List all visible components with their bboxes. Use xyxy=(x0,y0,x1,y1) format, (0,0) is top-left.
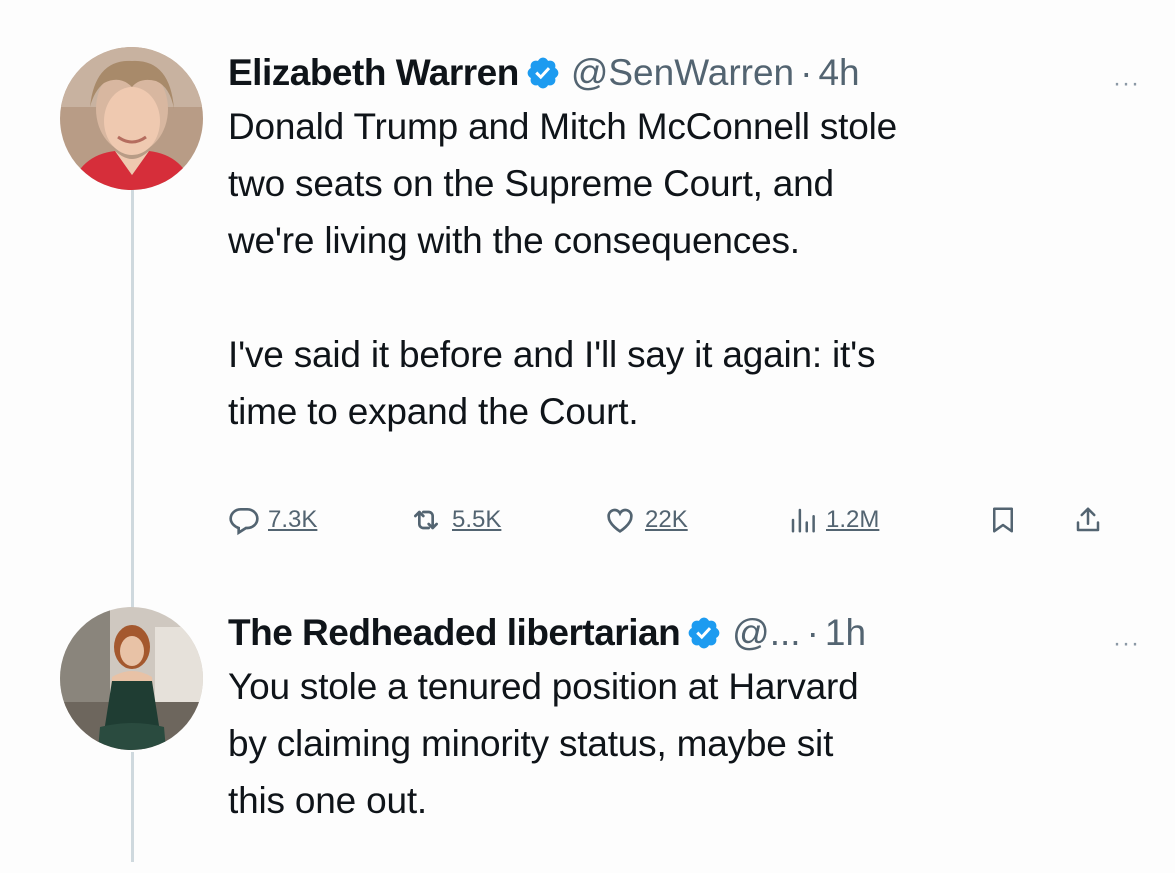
tweet-text-line: this one out. xyxy=(228,780,427,821)
author-name[interactable]: The Redheaded libertarian xyxy=(228,612,681,654)
tweet-header: The Redheaded libertarian @... · 1h xyxy=(228,608,1135,658)
tweet-2[interactable]: The Redheaded libertarian @... · 1h You … xyxy=(0,600,1175,873)
like-count: 22K xyxy=(645,506,688,533)
timestamp[interactable]: 4h xyxy=(818,52,859,94)
like-button[interactable]: 22K xyxy=(603,490,688,550)
bookmark-button[interactable] xyxy=(988,490,1018,550)
share-button[interactable] xyxy=(1073,490,1103,550)
bookmark-icon xyxy=(993,507,1013,533)
author-handle[interactable]: @SenWarren xyxy=(571,52,794,94)
reply-button[interactable]: 7.3K xyxy=(228,490,317,550)
avatar-elizabeth-warren[interactable] xyxy=(60,47,203,190)
tweet-text-line: by claiming minority status, maybe sit xyxy=(228,723,834,764)
views-button[interactable]: 1.2M xyxy=(788,490,879,550)
separator-dot: · xyxy=(800,52,813,93)
tweet-text-line: Donald Trump and Mitch McConnell stole xyxy=(228,106,897,147)
tweet-text: Donald Trump and Mitch McConnell stole t… xyxy=(228,98,1135,440)
tweet-thread: Elizabeth Warren @SenWarren · 4h Donald … xyxy=(0,0,1175,873)
repost-button[interactable]: 5.5K xyxy=(408,490,501,550)
verified-badge-icon xyxy=(688,617,720,649)
heart-icon xyxy=(607,508,633,533)
share-icon xyxy=(1076,507,1100,532)
tweet-text-line: we're living with the consequences. xyxy=(228,220,800,261)
tweet-header: Elizabeth Warren @SenWarren · 4h xyxy=(228,48,1135,98)
tweet-text: You stole a tenured position at Harvard … xyxy=(228,658,1135,829)
profile-photo-icon xyxy=(60,47,203,190)
avatar-redheaded-libertarian[interactable] xyxy=(60,607,203,750)
tweet-1[interactable]: Elizabeth Warren @SenWarren · 4h Donald … xyxy=(0,0,1175,600)
tweet-text-line: time to expand the Court. xyxy=(228,391,639,432)
more-options-icon[interactable]: ··· xyxy=(1113,70,1140,98)
profile-photo-icon xyxy=(60,607,203,750)
view-count: 1.2M xyxy=(826,506,880,533)
separator-dot: · xyxy=(806,612,819,653)
repost-icon xyxy=(414,510,438,530)
timestamp[interactable]: 1h xyxy=(825,612,866,654)
tweet-text-line: You stole a tenured position at Harvard xyxy=(228,666,859,707)
tweet-actions: 7.3K 5.5K 22K 1.2M xyxy=(228,490,1118,550)
repost-count: 5.5K xyxy=(452,506,502,533)
verified-badge-icon xyxy=(527,57,559,89)
views-chart-icon xyxy=(791,508,815,533)
more-options-icon[interactable]: ··· xyxy=(1113,630,1140,658)
tweet-text-line: two seats on the Supreme Court, and xyxy=(228,163,834,204)
reply-icon xyxy=(229,508,259,536)
reply-count: 7.3K xyxy=(268,506,318,533)
author-handle[interactable]: @... xyxy=(732,612,800,654)
tweet-text-line: I've said it before and I'll say it agai… xyxy=(228,334,876,375)
author-name[interactable]: Elizabeth Warren xyxy=(228,52,519,94)
